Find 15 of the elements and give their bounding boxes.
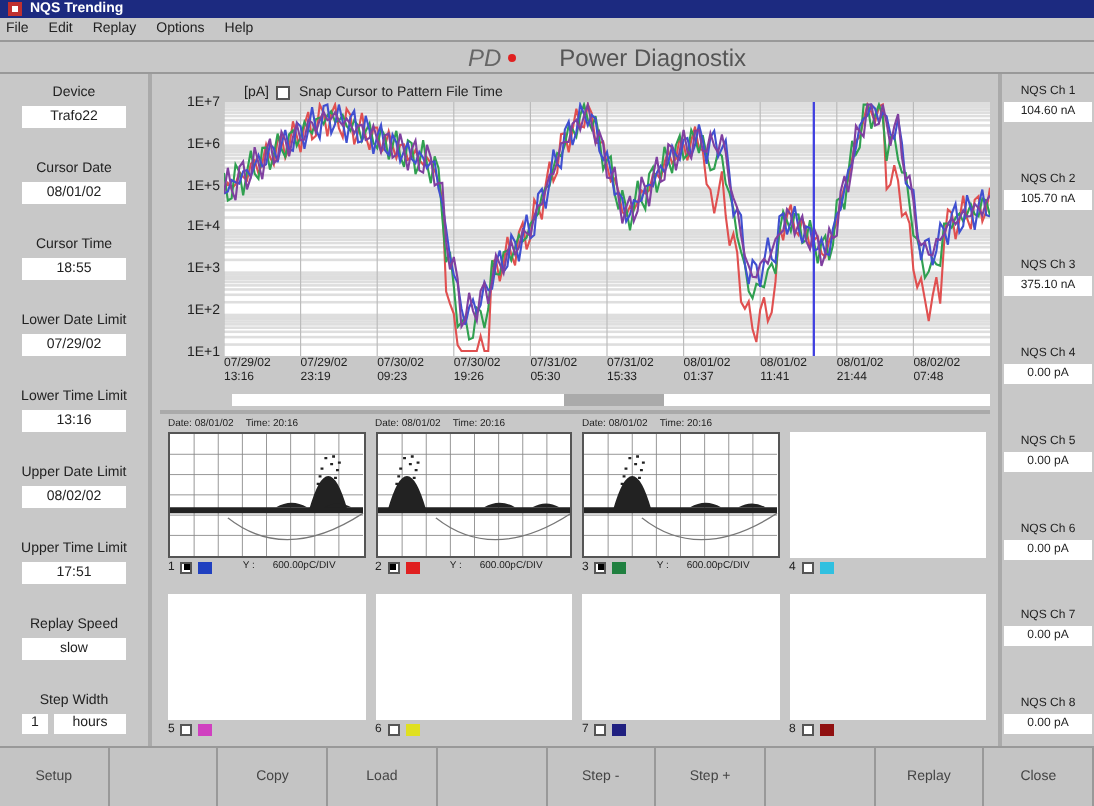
app-title: Power Diagnostix [559, 45, 747, 69]
app-icon [8, 2, 22, 16]
channel-checkbox[interactable] [180, 723, 193, 735]
channel-checkbox[interactable] [801, 723, 814, 735]
scrollbar-thumb[interactable] [564, 394, 664, 406]
logo-text: PD [467, 45, 502, 69]
logo-dot-icon [507, 53, 516, 61]
channel-checkbox[interactable] [387, 561, 400, 573]
channel-checkbox[interactable] [594, 723, 607, 735]
snap-checkbox[interactable] [276, 85, 291, 99]
cursor-line[interactable] [812, 102, 815, 356]
channel-checkbox[interactable] [180, 561, 193, 573]
channel-checkbox[interactable] [801, 561, 814, 573]
channel-checkbox[interactable] [387, 723, 400, 735]
channel-checkbox[interactable] [594, 561, 607, 573]
